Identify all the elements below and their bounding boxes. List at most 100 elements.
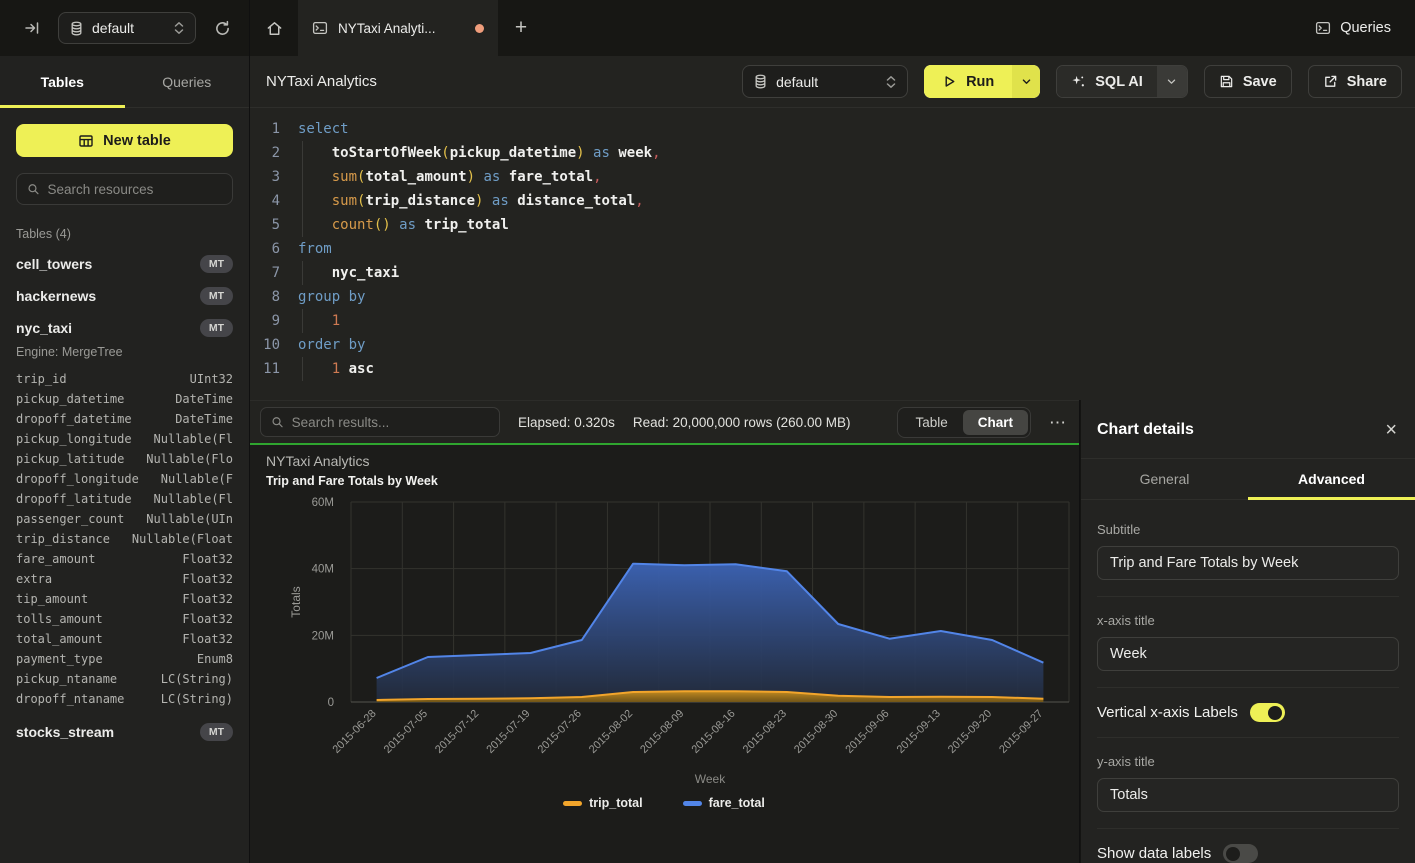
line-number: 10: [250, 333, 280, 357]
query-toolbar: NYTaxi Analytics default Run SQL AI: [250, 56, 1415, 108]
x-tick-label: 2015-09-13: [895, 708, 943, 756]
y-tick-label: 20M: [312, 630, 334, 642]
column-row: tip_amountFloat32: [16, 589, 233, 609]
column-row: trip_idUInt32: [16, 369, 233, 389]
sidebar-tab-queries[interactable]: Queries: [125, 56, 250, 107]
sql-editor[interactable]: 1select2 toStartOfWeek(pickup_datetime) …: [250, 108, 1415, 400]
view-chart-button[interactable]: Chart: [963, 410, 1028, 435]
more-options-button[interactable]: ⋯: [1049, 414, 1067, 431]
column-name: pickup_longitude: [16, 429, 132, 449]
table-item-stocks_stream[interactable]: stocks_streamMT: [16, 723, 233, 741]
subtitle-input[interactable]: [1097, 546, 1399, 580]
engine-badge: MT: [200, 723, 233, 741]
sidebar-search[interactable]: [16, 173, 233, 205]
line-number: 2: [250, 141, 280, 165]
legend-item-trip_total[interactable]: trip_total: [563, 796, 642, 810]
top-bar: default NYTaxi Analyti... + Queries: [0, 0, 1415, 56]
column-name: trip_id: [16, 369, 67, 389]
sql-ai-button[interactable]: SQL AI: [1056, 65, 1188, 98]
legend-label: trip_total: [589, 796, 642, 810]
column-name: tolls_amount: [16, 609, 103, 629]
save-button[interactable]: Save: [1204, 65, 1292, 98]
refresh-button[interactable]: [210, 16, 235, 41]
tables-section-label: Tables (4): [16, 227, 233, 241]
column-name: dropoff_latitude: [16, 489, 132, 509]
column-type: Nullable(Flo: [146, 449, 233, 469]
results-chart: 020M40M60M2015-06-282015-07-052015-07-12…: [266, 488, 1080, 788]
column-name: dropoff_ntaname: [16, 689, 124, 709]
refresh-icon: [214, 20, 231, 37]
column-row: extraFloat32: [16, 569, 233, 589]
chart-legend: trip_total fare_total: [266, 796, 1062, 810]
xaxis-title-input[interactable]: [1097, 637, 1399, 671]
save-button-label: Save: [1243, 74, 1277, 90]
sidebar-tab-tables[interactable]: Tables: [0, 56, 125, 107]
vertical-labels-toggle[interactable]: [1250, 703, 1285, 722]
play-icon: [942, 74, 957, 89]
column-type: Float32: [182, 609, 233, 629]
x-tick-label: 2015-06-28: [330, 708, 378, 756]
column-name: total_amount: [16, 629, 103, 649]
sidebar-body: New table Tables (4) cell_towersMThacker…: [0, 108, 249, 757]
table-item-hackernews[interactable]: hackernewsMT: [16, 287, 233, 305]
x-tick-label: 2015-07-05: [382, 708, 430, 756]
column-type: LC(String): [161, 689, 233, 709]
code-text: nyc_taxi: [280, 261, 399, 285]
column-type: Nullable(Fl: [154, 429, 233, 449]
home-button[interactable]: [250, 0, 298, 56]
column-row: payment_typeEnum8: [16, 649, 233, 669]
run-options-caret[interactable]: [1012, 65, 1040, 98]
toggle-knob: [1226, 847, 1240, 861]
code-text: order by: [280, 333, 365, 357]
new-tab-button[interactable]: +: [498, 0, 544, 56]
search-icon: [27, 182, 40, 196]
sql-ai-caret[interactable]: [1157, 66, 1187, 97]
tab-nytaxi-analytics[interactable]: NYTaxi Analyti...: [298, 0, 498, 56]
x-tick-label: 2015-07-19: [484, 708, 532, 756]
line-number: 3: [250, 165, 280, 189]
legend-item-fare_total[interactable]: fare_total: [683, 796, 765, 810]
share-button[interactable]: Share: [1308, 65, 1402, 98]
code-line: 5 count() as trip_total: [250, 213, 1415, 237]
terminal-icon: [312, 20, 328, 36]
panel-tab-advanced[interactable]: Advanced: [1248, 459, 1415, 499]
table-item-nyc_taxi[interactable]: nyc_taxiMT: [16, 319, 233, 337]
view-table-button[interactable]: Table: [900, 410, 962, 435]
unsaved-changes-dot: [475, 24, 484, 33]
chevron-down-icon: [1166, 76, 1177, 87]
close-panel-button[interactable]: ×: [1385, 420, 1397, 440]
engine-badge: MT: [200, 255, 233, 273]
panel-tab-general[interactable]: General: [1081, 459, 1248, 499]
topbar-database-select[interactable]: default: [58, 12, 196, 44]
column-name: trip_distance: [16, 529, 110, 549]
code-text: toStartOfWeek(pickup_datetime) as week,: [280, 141, 661, 165]
line-number: 4: [250, 189, 280, 213]
yaxis-title-input[interactable]: [1097, 778, 1399, 812]
column-name: tip_amount: [16, 589, 88, 609]
new-table-button[interactable]: New table: [16, 124, 233, 157]
collapse-sidebar-button[interactable]: [20, 16, 44, 40]
column-row: dropoff_longitudeNullable(F: [16, 469, 233, 489]
x-tick-label: 2015-07-26: [536, 708, 584, 756]
run-button[interactable]: Run: [924, 65, 1040, 98]
queries-button[interactable]: Queries: [1315, 20, 1391, 36]
results-search-input[interactable]: [292, 415, 489, 430]
data-labels-toggle[interactable]: [1223, 844, 1258, 863]
column-row: total_amount Float32: [16, 629, 233, 649]
results-search[interactable]: [260, 407, 500, 437]
new-table-label: New table: [103, 133, 171, 149]
column-type: Nullable(F: [161, 469, 233, 489]
results-column: Elapsed: 0.320s Read: 20,000,000 rows (2…: [250, 400, 1080, 863]
column-row: dropoff_ntaname LC(String): [16, 689, 233, 709]
sidebar-search-input[interactable]: [48, 182, 222, 197]
legend-chip: [563, 801, 582, 806]
code-text: count() as trip_total: [280, 213, 509, 237]
engine-badge: MT: [200, 319, 233, 337]
table-item-cell_towers[interactable]: cell_towersMT: [16, 255, 233, 273]
legend-label: fare_total: [709, 796, 765, 810]
column-type: Nullable(Fl: [154, 489, 233, 509]
line-number: 6: [250, 237, 280, 261]
toolbar-database-select[interactable]: default: [742, 65, 908, 98]
column-type: Float32: [182, 629, 233, 649]
column-type: DateTime: [175, 409, 233, 429]
